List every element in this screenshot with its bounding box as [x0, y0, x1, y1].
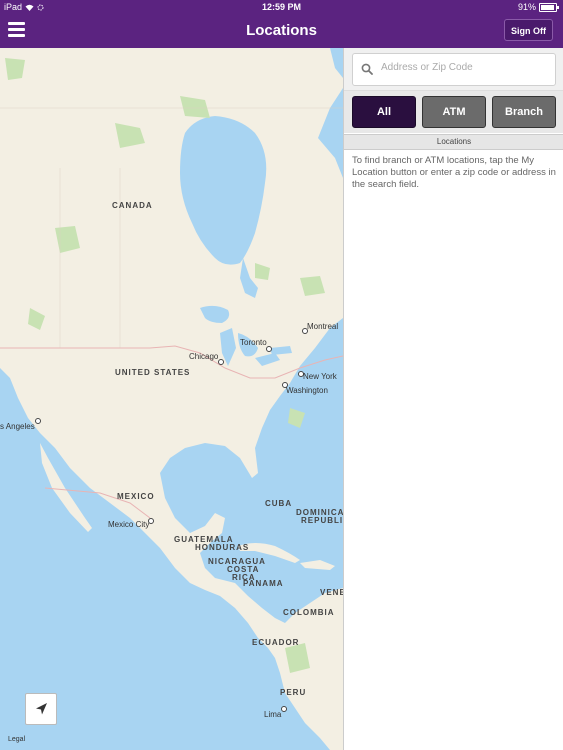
map-label-peru: PERU: [280, 688, 307, 697]
map-label-honduras: HONDURAS: [195, 543, 250, 552]
map-label-united-states: UNITED STATES: [115, 368, 191, 377]
search-box[interactable]: [352, 53, 556, 86]
city-marker: [218, 359, 224, 365]
legal-link[interactable]: Legal: [8, 736, 25, 743]
nav-bar: Locations Sign Off: [0, 14, 563, 48]
filter-bar: All ATM Branch: [344, 90, 563, 133]
locations-info-text: To find branch or ATM locations, tap the…: [352, 155, 556, 190]
status-time: 12:59 PM: [261, 2, 302, 12]
map-label-canada: CANADA: [112, 201, 153, 210]
city-marker: [35, 418, 41, 424]
map-label-mexico: MEXICO: [117, 492, 155, 501]
filter-atm-button[interactable]: ATM: [422, 96, 486, 128]
map-view[interactable]: CANADA UNITED STATES MEXICO CUBA DOMINIC…: [0, 48, 343, 750]
search-icon: [361, 63, 373, 75]
battery-percent: 91%: [517, 2, 536, 12]
status-bar: iPad 12:59 PM 91%: [0, 0, 563, 14]
battery-icon: [539, 2, 559, 12]
map-label-panama: PANAMA: [243, 579, 284, 588]
city-label-mexico-city: Mexico City: [108, 520, 150, 529]
map-label-colombia: COLOMBIA: [283, 608, 335, 617]
city-label-new-york: New York: [303, 372, 337, 381]
map-label-cuba: CUBA: [265, 499, 293, 508]
city-label-washington: Washington: [286, 386, 328, 395]
city-marker: [281, 706, 287, 712]
map-label-vene: VENE: [320, 588, 343, 597]
city-label-lima: Lima: [264, 710, 282, 719]
map-label-republic: REPUBLIC: [301, 516, 343, 525]
city-label-chicago: Chicago: [189, 352, 219, 361]
sign-off-button[interactable]: Sign Off: [504, 19, 553, 41]
city-label-montreal: Montreal: [307, 322, 339, 331]
search-bar: [344, 48, 563, 90]
filter-branch-button[interactable]: Branch: [492, 96, 556, 128]
search-input[interactable]: [379, 61, 553, 74]
map-label-ecuador: ECUADOR: [252, 638, 300, 647]
locations-panel: All ATM Branch Locations To find branch …: [343, 48, 563, 750]
city-label-toronto: Toronto: [240, 338, 267, 347]
page-title: Locations: [246, 22, 317, 39]
my-location-button[interactable]: [25, 693, 57, 725]
city-label-los-angeles: s Angeles: [0, 422, 35, 431]
locations-section-header: Locations: [344, 134, 563, 150]
filter-all-button[interactable]: All: [352, 96, 416, 128]
location-arrow-icon: [36, 703, 47, 715]
